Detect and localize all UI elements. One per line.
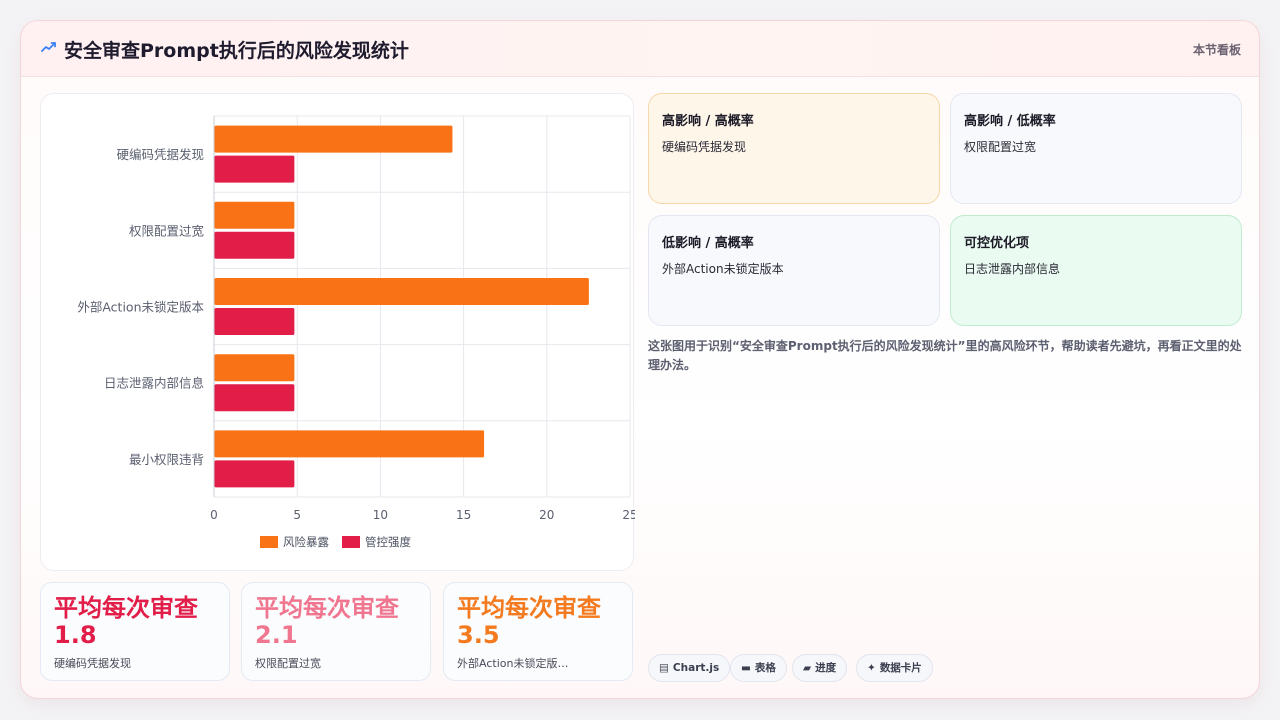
quadrant-title: 高影响 / 低概率 bbox=[964, 114, 1056, 129]
page-title: 安全审查Prompt执行后的风险发现统计 bbox=[64, 40, 409, 62]
bar-risk-exposure bbox=[214, 278, 589, 305]
chip-label: 表格 bbox=[754, 662, 776, 674]
quadrant-controllable: 可控优化项 日志泄露内部信息 bbox=[950, 215, 1242, 326]
chip-data-card[interactable]: ✦ 数据卡片 bbox=[856, 654, 933, 682]
dashboard-card: 安全审查Prompt执行后的风险发现统计 本节看板 0 5 10 15 20 25 硬编码凭… bbox=[20, 20, 1260, 699]
stat-value: 平均每次审查1.8 bbox=[54, 594, 198, 649]
stat-label: 硬编码凭据发现 bbox=[54, 657, 131, 670]
chip-label: 数据卡片 bbox=[879, 662, 922, 674]
quadrant-title: 高影响 / 高概率 bbox=[662, 114, 754, 129]
x-tick-label: 5 bbox=[293, 508, 301, 522]
chart-icon: ▤ bbox=[659, 662, 669, 674]
stat-card-2: 平均每次审查2.1 权限配置过宽 bbox=[241, 582, 431, 681]
chip-chartjs[interactable]: ▤ Chart.js bbox=[648, 654, 731, 682]
risk-bar-chart: 0 5 10 15 20 25 硬编码凭据发现权限配置过宽外部Action未锁定版本日志泄露… bbox=[77, 115, 635, 549]
quadrant-high-impact-low-prob: 高影响 / 低概率 权限配置过宽 bbox=[950, 93, 1242, 204]
category-label: 日志泄露内部信息 bbox=[104, 376, 204, 391]
bar-control-strength bbox=[214, 308, 295, 335]
quadrant-item: 权限配置过宽 bbox=[964, 140, 1037, 154]
legend-label: 管控强度 bbox=[365, 535, 411, 549]
x-tick-label: 25 bbox=[622, 508, 635, 522]
category-label: 最小权限违背 bbox=[129, 452, 204, 467]
stat-card-3: 平均每次审查3.5 外部Action未锁定版… bbox=[443, 582, 633, 681]
legend-swatch bbox=[260, 536, 278, 548]
quadrant-item: 日志泄露内部信息 bbox=[964, 262, 1061, 276]
category-label: 外部Action未锁定版本 bbox=[77, 300, 204, 315]
stat-value: 平均每次审查3.5 bbox=[457, 594, 601, 649]
category-label: 权限配置过宽 bbox=[129, 223, 204, 238]
dashboard-header: 安全审查Prompt执行后的风险发现统计 本节看板 bbox=[21, 21, 1259, 77]
x-tick-label: 0 bbox=[210, 508, 218, 522]
bar-risk-exposure bbox=[214, 201, 295, 229]
x-tick-label: 15 bbox=[456, 508, 471, 522]
bar-control-strength bbox=[214, 384, 295, 412]
stat-label: 外部Action未锁定版… bbox=[457, 657, 569, 670]
quadrant-title: 低影响 / 高概率 bbox=[662, 236, 754, 251]
bar-control-strength bbox=[214, 231, 295, 259]
stat-card-1: 平均每次审查1.8 硬编码凭据发现 bbox=[40, 582, 230, 681]
quadrant-high-impact-high-prob: 高影响 / 高概率 硬编码凭据发现 bbox=[648, 93, 940, 204]
trend-line-icon bbox=[41, 42, 56, 52]
chip-label: 进度 bbox=[815, 662, 837, 674]
chip-label: Chart.js bbox=[672, 662, 720, 674]
sparkle-icon: ✦ bbox=[867, 662, 876, 674]
stat-label: 权限配置过宽 bbox=[255, 657, 321, 670]
risk-bar-chart-panel: 0 5 10 15 20 25 硬编码凭据发现权限配置过宽外部Action未锁定版本日志泄露… bbox=[40, 93, 635, 571]
bar-risk-exposure bbox=[214, 125, 453, 153]
progress-icon: ▰ bbox=[803, 662, 812, 674]
table-icon: ▬ bbox=[741, 662, 751, 674]
bar-risk-exposure bbox=[214, 430, 485, 458]
quadrant-item: 外部Action未锁定版本 bbox=[662, 262, 784, 276]
chip-progress[interactable]: ▰ 进度 bbox=[792, 654, 848, 682]
bar-risk-exposure bbox=[214, 354, 295, 382]
stat-value: 平均每次审查2.1 bbox=[255, 594, 399, 649]
legend-label: 风险暴露 bbox=[283, 535, 329, 549]
chart-note: 这张图用于识别“安全审查Prompt执行后的风险发现统计”里的高风险环节，帮助读… bbox=[648, 339, 1242, 372]
chip-table[interactable]: ▬ 表格 bbox=[730, 654, 787, 682]
x-tick-label: 20 bbox=[539, 508, 554, 522]
quadrant-item: 硬编码凭据发现 bbox=[662, 140, 747, 154]
category-label: 硬编码凭据发现 bbox=[116, 147, 204, 162]
legend-swatch bbox=[342, 536, 360, 548]
section-board-label: 本节看板 bbox=[1192, 43, 1241, 57]
bar-control-strength bbox=[214, 460, 295, 488]
bar-control-strength bbox=[214, 155, 295, 183]
quadrant-low-impact-high-prob: 低影响 / 高概率 外部Action未锁定版本 bbox=[648, 215, 940, 326]
x-tick-label: 10 bbox=[373, 508, 388, 522]
quadrant-title: 可控优化项 bbox=[964, 236, 1030, 251]
